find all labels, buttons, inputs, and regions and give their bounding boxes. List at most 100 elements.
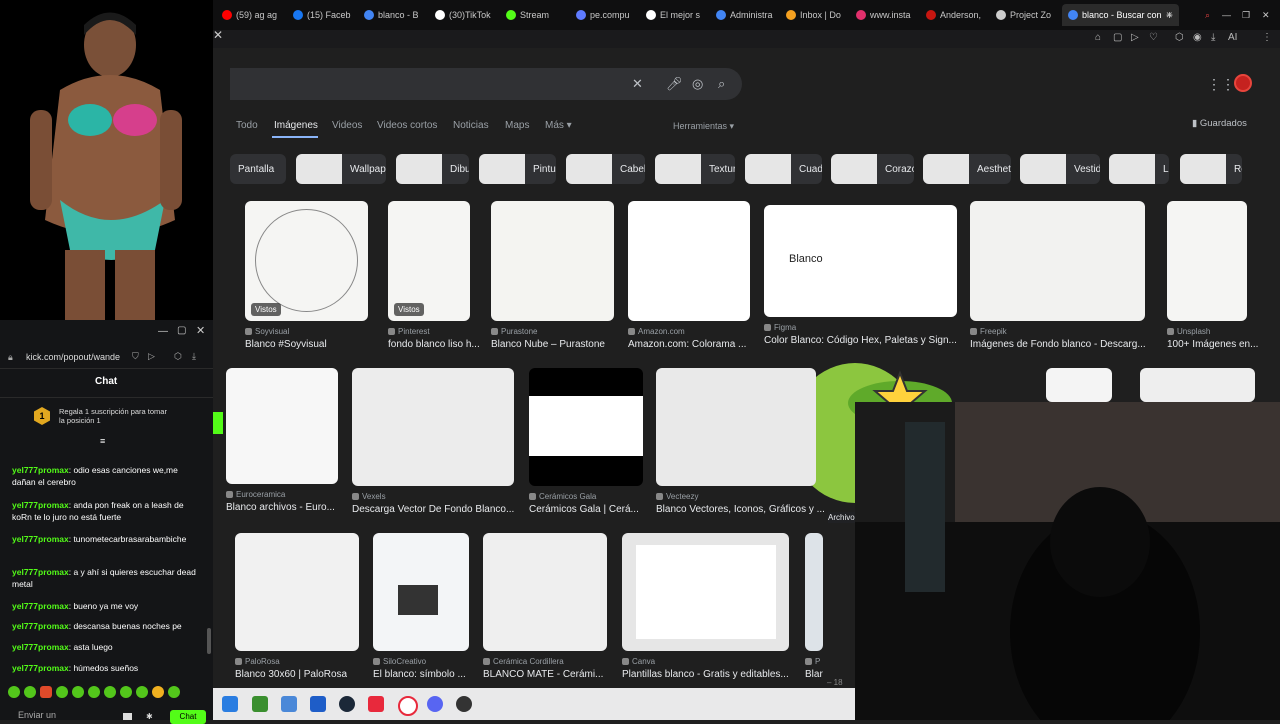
result-title[interactable]: fondo blanco liso h...: [388, 339, 480, 350]
emote-icon[interactable]: [40, 686, 52, 698]
related-chip[interactable]: Textura: [655, 154, 735, 184]
related-chip[interactable]: Dibujo: [396, 154, 469, 184]
play-icon[interactable]: ▷: [1131, 32, 1139, 43]
emote-icon[interactable]: [136, 686, 148, 698]
clear-search-icon[interactable]: ✕: [632, 76, 643, 92]
extensions-icon[interactable]: ⬡: [1175, 32, 1184, 43]
browser-tab[interactable]: Anderson,: [926, 6, 988, 24]
result-title[interactable]: BLANCO MATE - Cerámi...: [483, 669, 603, 680]
result-title[interactable]: Blanco 30x60 | PaloRosa: [235, 669, 347, 680]
image-result[interactable]: [373, 533, 469, 651]
browser-tab[interactable]: (59) ag ag: [222, 6, 284, 24]
browser-tab[interactable]: www.insta: [856, 6, 918, 24]
image-result[interactable]: [226, 368, 338, 484]
minimize-icon[interactable]: —: [158, 326, 168, 337]
image-result[interactable]: [1046, 368, 1112, 402]
image-result[interactable]: Vistos: [388, 201, 470, 321]
browser-tab[interactable]: El mejor s: [646, 6, 708, 24]
download-icon[interactable]: ⤓: [1211, 32, 1215, 43]
emote-icon[interactable]: [24, 686, 36, 698]
emote-icon[interactable]: [88, 686, 100, 698]
image-result[interactable]: [352, 368, 514, 486]
result-source[interactable]: Vexels: [352, 492, 386, 501]
send-button[interactable]: Chat: [170, 710, 206, 724]
nav-1[interactable]: Imágenes: [274, 120, 318, 131]
tab-active[interactable]: blanco - Buscar con ✕: [1062, 4, 1180, 26]
related-chip[interactable]: Cabello: [566, 154, 645, 184]
lens-icon[interactable]: ◎: [692, 76, 703, 92]
browser-tab[interactable]: Stream: [506, 6, 568, 24]
chat-username[interactable]: yel777promax: [12, 567, 69, 577]
related-chip[interactable]: Wallpaper: [296, 154, 386, 184]
related-chip[interactable]: Pantalla: [230, 154, 286, 184]
result-source[interactable]: Soyvisual: [245, 327, 289, 336]
result-title[interactable]: Blanco #Soyvisual: [245, 339, 327, 350]
steam-icon[interactable]: [339, 696, 355, 712]
search-tabs-icon[interactable]: ⌕: [1205, 6, 1210, 24]
scroll-to-bottom-icon[interactable]: ≡: [100, 436, 105, 446]
result-source[interactable]: Purastone: [491, 327, 537, 336]
chat-username[interactable]: yel777promax: [12, 534, 69, 544]
nav-4[interactable]: Noticias: [453, 120, 489, 131]
image-result[interactable]: Blanco: [764, 205, 957, 317]
result-title[interactable]: Descarga Vector De Fondo Blanco...: [352, 504, 514, 515]
browser-tab[interactable]: blanco - B: [364, 6, 426, 24]
related-chip[interactable]: Cuadro: [745, 154, 822, 184]
result-title[interactable]: 100+ Imágenes en...: [1167, 339, 1258, 350]
emote-icon[interactable]: [8, 686, 20, 698]
related-chip[interactable]: Corazon: [831, 154, 914, 184]
emote-icon[interactable]: [56, 686, 68, 698]
ai-button[interactable]: AI: [1228, 32, 1237, 43]
bookmark-icon[interactable]: ⌂: [1095, 32, 1101, 43]
result-title[interactable]: Color Blanco: Código Hex, Paletas y Sign…: [764, 335, 957, 346]
screenshot-icon[interactable]: ▢: [1113, 32, 1122, 43]
gift-sub-banner[interactable]: Regala 1 suscripción para tomar la posic…: [59, 407, 174, 425]
related-chip[interactable]: Vestido: [1020, 154, 1100, 184]
maximize-icon[interactable]: ▢: [177, 325, 186, 336]
result-source[interactable]: Unsplash: [1167, 327, 1210, 336]
chat-username[interactable]: yel777promax: [12, 642, 69, 652]
image-result[interactable]: [628, 201, 750, 321]
chat-input[interactable]: Enviar un: [18, 710, 56, 720]
result-title[interactable]: Blanco Nube – Purastone: [491, 339, 605, 350]
related-chip[interactable]: Rosa: [1180, 154, 1242, 184]
result-source[interactable]: Canva: [622, 657, 655, 666]
nav-3[interactable]: Videos cortos: [377, 120, 437, 131]
result-source[interactable]: Freepik: [970, 327, 1007, 336]
result-source[interactable]: PaloRosa: [235, 657, 280, 666]
related-chip[interactable]: Luz: [1109, 154, 1169, 184]
result-title[interactable]: Cerámicos Gala | Cerá...: [529, 504, 639, 515]
image-result[interactable]: [491, 201, 614, 321]
wallet-icon[interactable]: ◉: [1193, 32, 1202, 43]
result-title[interactable]: Blar: [805, 669, 823, 680]
chat-username[interactable]: yel777promax: [12, 500, 69, 510]
nav-5[interactable]: Maps: [505, 120, 529, 131]
menu-icon[interactable]: ⋮: [1262, 32, 1272, 43]
image-result[interactable]: [656, 368, 816, 486]
image-result[interactable]: [970, 201, 1145, 321]
image-result[interactable]: [1167, 201, 1247, 321]
image-result[interactable]: [1140, 368, 1255, 402]
result-title[interactable]: Amazon.com: Colorama ...: [628, 339, 746, 350]
scrollbar[interactable]: [207, 628, 211, 654]
nav-0[interactable]: Todo: [236, 120, 258, 131]
search-icon[interactable]: ⌕: [718, 76, 725, 92]
new-tab-icon[interactable]: +: [1166, 6, 1173, 24]
maximize-icon[interactable]: ❐: [1242, 6, 1250, 24]
extensions-icon[interactable]: ⬡: [174, 351, 182, 362]
emote-icon[interactable]: [120, 686, 132, 698]
avatar[interactable]: [1234, 74, 1252, 92]
browser-tab[interactable]: (15) Faceb: [293, 6, 355, 24]
download-icon[interactable]: ⤓: [192, 351, 196, 362]
result-source[interactable]: Cerámicos Gala: [529, 492, 596, 501]
window-close-icon[interactable]: ✕: [1262, 6, 1270, 24]
result-title[interactable]: Blanco Vectores, Iconos, Gráficos y ...: [656, 504, 825, 515]
image-result[interactable]: [805, 533, 823, 651]
related-chip[interactable]: Pintura: [479, 154, 556, 184]
chat-username[interactable]: yel777promax: [12, 621, 69, 631]
image-result[interactable]: [529, 368, 643, 486]
apps-grid-icon[interactable]: ⋮⋮: [1207, 76, 1235, 93]
chat-username[interactable]: yel777promax: [12, 465, 69, 475]
minecraft-icon[interactable]: [252, 696, 268, 712]
image-result[interactable]: [622, 533, 789, 651]
